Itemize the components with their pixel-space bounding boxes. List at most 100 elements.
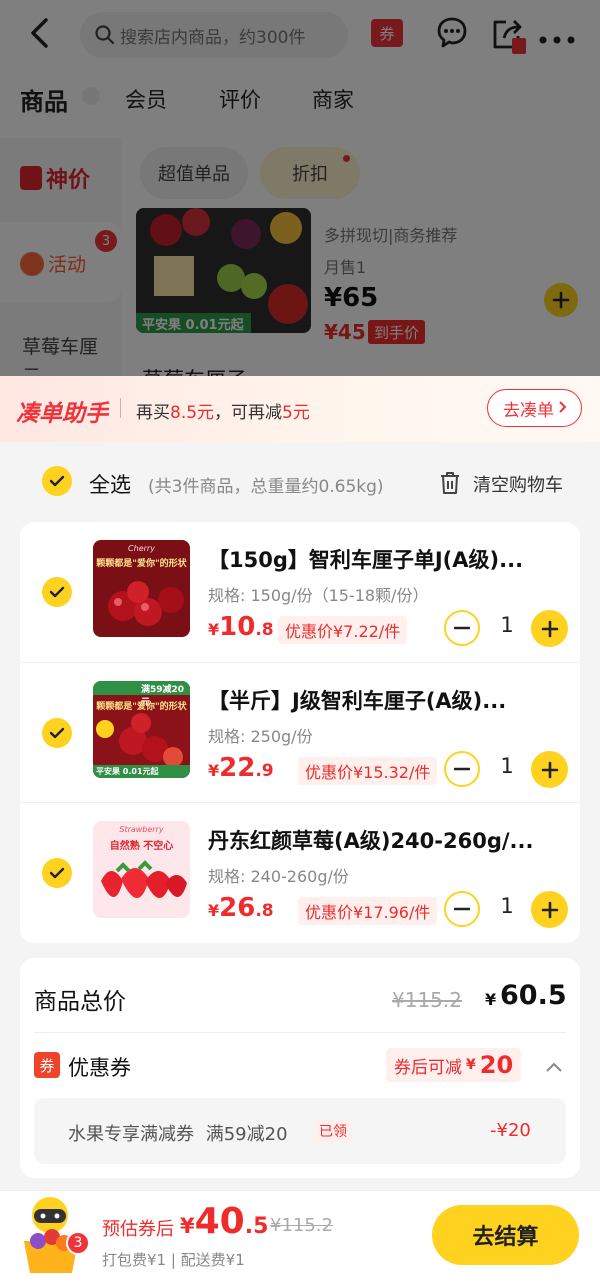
item-spec: 规格: 250g/份 — [208, 727, 313, 746]
divider — [34, 1032, 566, 1033]
coupon-detail: 水果专享满减券 满59减20 已领 -¥20 — [34, 1098, 566, 1164]
estimate-original: ¥115.2 — [270, 1215, 333, 1236]
increase-quantity-button[interactable] — [531, 751, 568, 788]
item-price: ¥22.9 — [208, 753, 274, 783]
check-icon — [49, 867, 65, 879]
minus-icon — [454, 907, 470, 911]
total-currency: ¥ — [485, 990, 497, 1009]
check-icon — [49, 586, 65, 598]
add-more-button[interactable]: 去凑单 — [487, 389, 582, 427]
increase-quantity-button[interactable] — [531, 891, 568, 928]
thumb-top: Cherry — [128, 544, 155, 553]
select-all-label: 全选 — [89, 473, 131, 497]
decrease-quantity-button[interactable] — [444, 751, 480, 787]
checkout-button[interactable]: 去结算 — [432, 1205, 579, 1265]
cart-item: Cherry 颗颗都是"爱你"的形状 【150g】智利车厘子单J(A级)... … — [20, 522, 580, 662]
coupon-name-text: 水果专享满减券 — [68, 1124, 194, 1145]
estimate-integer: 40 — [194, 1201, 245, 1242]
price-integer: 22 — [219, 753, 256, 783]
total-amount: 60.5 — [500, 980, 567, 1011]
item-spec: 规格: 150g/份（15-18颗/份） — [208, 586, 429, 605]
item-checkbox[interactable] — [42, 577, 72, 607]
assistant-save: 5元 — [282, 403, 310, 423]
coupon-label: 优惠券 — [68, 1056, 131, 1080]
price-integer: 26 — [219, 893, 256, 923]
assistant-text-mid: ，可再减 — [214, 403, 283, 423]
minus-icon — [454, 767, 470, 771]
increase-quantity-button[interactable] — [531, 610, 568, 647]
cart-count-badge: 3 — [66, 1231, 90, 1255]
thumb-tag: 平安果 0.01元起 — [96, 767, 159, 776]
price-summary-card: 商品总价 ¥115.2 ¥ 60.5 券 优惠券 券后可减 ¥ 20 水果专享满… — [20, 958, 580, 1178]
thumb-top: Strawberry — [119, 825, 164, 834]
select-all-checkbox[interactable] — [42, 466, 72, 496]
cart-summary-text: (共3件商品，总重量约0.65kg) — [148, 477, 384, 497]
item-quantity[interactable]: 1 — [496, 754, 518, 778]
fees-text: 打包费¥1 | 配送费¥1 — [102, 1251, 245, 1269]
bundle-assistant-bar: 凑单助手 再买8.5元，可再减5元 去凑单 — [0, 376, 600, 442]
price-decimal: .9 — [255, 761, 274, 781]
trash-icon[interactable] — [439, 471, 461, 499]
cart-item: 满59减20元 颗颗都是"爱你"的形状 平安果 0.01元起 【半斤】J级智利车… — [20, 662, 580, 802]
cart-mascot-icon[interactable]: 3 — [18, 1193, 90, 1279]
plus-icon — [541, 901, 558, 918]
cart-items-card: Cherry 颗颗都是"爱你"的形状 【150g】智利车厘子单J(A级)... … — [20, 522, 580, 943]
plus-icon — [541, 620, 558, 637]
price-integer: 10 — [219, 612, 256, 642]
decrease-quantity-button[interactable] — [444, 891, 480, 927]
item-name[interactable]: 【半斤】J级智利车厘子(A级)... — [208, 685, 568, 715]
assistant-title: 凑单助手 — [16, 401, 108, 427]
coupon-value: -¥20 — [490, 1120, 531, 1141]
total-label: 商品总价 — [34, 989, 126, 1015]
coupon-reduce-currency: ¥ — [466, 1057, 476, 1073]
divider — [120, 398, 121, 418]
price-decimal: .8 — [255, 620, 274, 640]
minus-icon — [454, 626, 470, 630]
chevron-right-icon — [558, 398, 567, 418]
item-name[interactable]: 【150g】智利车厘子单J(A级)... — [208, 544, 568, 574]
estimate-price: ¥40.5 — [180, 1201, 268, 1242]
assistant-text-prefix: 再买 — [136, 403, 170, 423]
item-thumbnail[interactable]: Strawberry 自然熟 不空心 — [93, 821, 190, 918]
item-discount-tag: 优惠价¥15.32/件 — [298, 757, 438, 785]
item-discount-tag: 优惠价¥7.22/件 — [278, 616, 408, 644]
cherry-image — [93, 540, 190, 637]
select-all-row: 全选 (共3件商品，总重量约0.65kg) 清空购物车 — [0, 442, 600, 522]
item-checkbox[interactable] — [42, 718, 72, 748]
assistant-amount: 8.5元 — [170, 403, 215, 423]
assistant-text: 再买8.5元，可再减5元 — [136, 398, 310, 423]
plus-icon — [541, 761, 558, 778]
coupon-reduce-label: 券后可减 — [394, 1057, 462, 1078]
item-discount-tag: 优惠价¥17.96/件 — [298, 897, 438, 925]
coupon-name: 水果专享满减券 满59减20 — [68, 1120, 288, 1146]
coupon-icon: 券 — [34, 1052, 60, 1078]
dim-overlay[interactable] — [0, 0, 600, 376]
item-name[interactable]: 丹东红颜草莓(A级)240-260g/... — [208, 825, 568, 855]
price-decimal: .8 — [255, 901, 274, 921]
item-quantity[interactable]: 1 — [496, 613, 518, 637]
strawberry-image — [93, 821, 190, 918]
item-thumbnail[interactable]: 满59减20元 颗颗都是"爱你"的形状 平安果 0.01元起 — [93, 681, 190, 778]
check-icon — [49, 475, 65, 487]
estimate-decimal: .5 — [244, 1214, 269, 1239]
thumb-caption: 自然熟 不空心 — [109, 841, 174, 852]
item-checkbox[interactable] — [42, 858, 72, 888]
coupon-reduce-tag[interactable]: 券后可减 ¥ 20 — [386, 1048, 522, 1082]
coupon-rule: 满59减20 — [205, 1124, 288, 1145]
decrease-quantity-button[interactable] — [444, 610, 480, 646]
item-price: ¥10.8 — [208, 612, 274, 642]
item-thumbnail[interactable]: Cherry 颗颗都是"爱你"的形状 — [93, 540, 190, 637]
estimate-label: 预估券后 — [102, 1219, 174, 1240]
check-icon — [49, 727, 65, 739]
thumb-caption: 颗颗都是"爱你"的形状 — [96, 702, 187, 712]
original-total: ¥115.2 — [392, 988, 462, 1012]
coupon-reduce-amount: 20 — [479, 1051, 514, 1079]
item-quantity[interactable]: 1 — [496, 894, 518, 918]
chevron-up-icon[interactable] — [545, 1058, 563, 1077]
item-spec: 规格: 240-260g/份 — [208, 867, 349, 886]
clear-cart-button[interactable]: 清空购物车 — [473, 471, 563, 497]
add-more-label: 去凑单 — [503, 400, 554, 421]
item-price: ¥26.8 — [208, 893, 274, 923]
thumb-caption: 颗颗都是"爱你"的形状 — [96, 559, 187, 569]
coupon-status: 已领 — [314, 1120, 352, 1142]
